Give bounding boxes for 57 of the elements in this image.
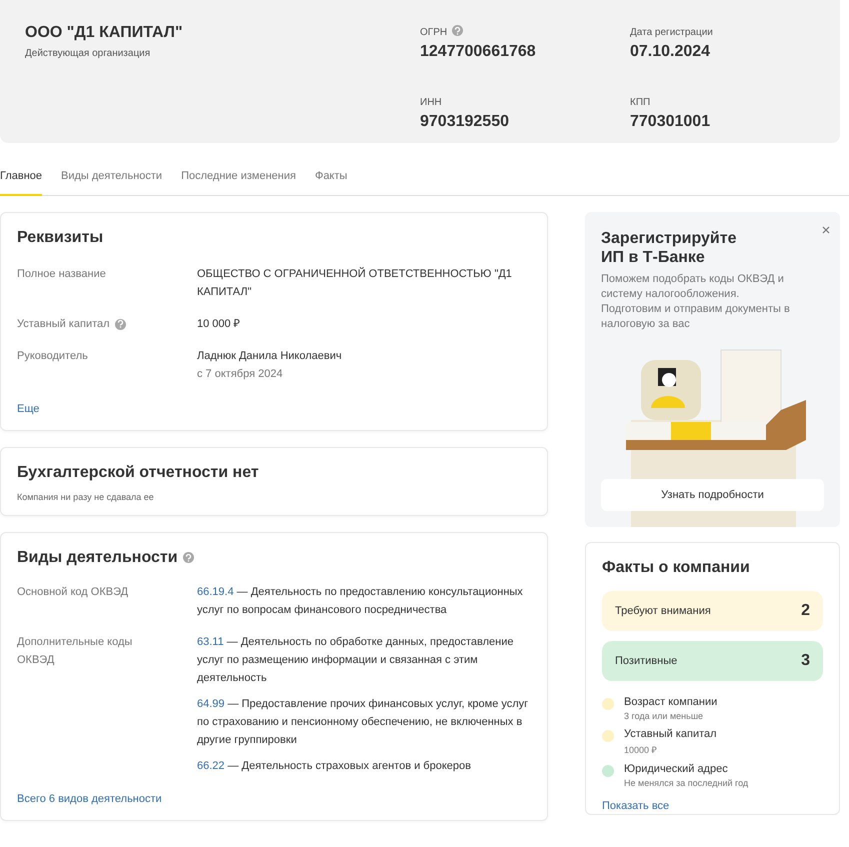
- card-title: Виды деятельности: [17, 549, 178, 566]
- tab[interactable]: Факты: [314, 170, 348, 196]
- field-value: 1247700661768: [420, 43, 537, 61]
- fact-title: Уставный капитал: [624, 728, 718, 740]
- row-value: 10 000 ₽: [197, 317, 241, 332]
- row-label: Дополнительные коды ОКВЭД: [17, 635, 134, 668]
- card-title: Бухгалтерской отчетности нет: [17, 464, 260, 482]
- activity-text: 66.19.4 — Деятельность по предоставлению консультационных услуг по вопросам финансового посредничества: [197, 585, 524, 618]
- row-value: ОБЩЕСТВО С ОГРАНИЧЕННОЙ ОТВЕТСТВЕННОСТЬЮ "Д1 КАПИТАЛ": [197, 266, 513, 300]
- company-name: ООО "Д1 КАПИТАЛ": [25, 24, 184, 42]
- activity-text: 63.11 — Деятельность по обработке данных, предоставление услуг по размещению информации и связанная с этим деятельность: [197, 635, 514, 686]
- summary-count: 3: [801, 652, 810, 670]
- activity-text: 64.99 — Предоставление прочих финансовых услуг, кроме услуг по страхованию и пенсионному обеспечению, не включенных в другие группировки: [197, 697, 530, 748]
- field-label: КПП: [630, 96, 650, 108]
- fact-note: Не менялся за последний год: [624, 778, 750, 788]
- activity-code-link[interactable]: 66.19.4: [197, 586, 234, 598]
- field-value: 9703192550: [420, 112, 510, 130]
- promo-title: Зарегистрируйте ИП в Т-Банке: [601, 229, 738, 267]
- field-value: 07.10.2024: [630, 43, 712, 61]
- summary-label: Требуют внимания: [615, 605, 711, 617]
- tab[interactable]: Главное: [0, 170, 42, 196]
- activity-code-link[interactable]: 66.22: [197, 760, 225, 772]
- help-icon[interactable]: [452, 25, 464, 36]
- fact-title: Возраст компании: [624, 696, 718, 708]
- show-all-link[interactable]: Показать все: [602, 800, 670, 812]
- activity-code-link[interactable]: 64.99: [197, 698, 225, 710]
- summary-label: Позитивные: [615, 655, 678, 667]
- summary-count: 2: [801, 602, 810, 620]
- all-activities-link[interactable]: Всего 6 видов деятельности: [17, 793, 162, 805]
- fact-title: Юридический адрес: [624, 763, 729, 775]
- field-label: Дата регистрации: [630, 27, 713, 38]
- more-link[interactable]: Еще: [17, 403, 40, 415]
- card-subtitle: Компания ни разу не сдавала ее: [17, 492, 155, 502]
- company-status: Действующая организация: [25, 48, 152, 59]
- row-label: Основной код ОКВЭД: [17, 585, 130, 600]
- activity-text: 66.22 — Деятельность страховых агентов и брокеров: [197, 759, 472, 774]
- fact-note: 3 года или меньше: [624, 711, 704, 721]
- facts-summary-row[interactable]: Позитивные 3: [602, 641, 823, 681]
- field-label: ОГРН: [420, 27, 448, 38]
- card-title: Реквизиты: [17, 229, 104, 247]
- field-value: 770301001: [630, 112, 712, 130]
- tab[interactable]: Последние изменения: [181, 170, 296, 196]
- tab[interactable]: Виды деятельности: [61, 170, 162, 196]
- field-label: ИНН: [420, 96, 442, 108]
- row-note: с 7 октября 2024: [197, 367, 284, 382]
- card-title: Факты о компании: [602, 559, 751, 577]
- row-label: Полное название: [17, 268, 106, 280]
- activity-code-link[interactable]: 63.11: [197, 636, 224, 648]
- help-icon[interactable]: [182, 552, 194, 564]
- facts-summary-row[interactable]: Требуют внимания 2: [602, 591, 823, 631]
- row-label: Руководитель: [17, 350, 88, 362]
- details-button[interactable]: Узнать подробности: [601, 479, 824, 511]
- row-label: Уставный капитал: [17, 318, 110, 330]
- fact-note: 10000 ₽: [624, 744, 658, 756]
- help-icon[interactable]: [114, 318, 126, 330]
- promo-text: Поможем подобрать коды ОКВЭД и систему налогообложения. Подготовим и отправим документы в налоговую за вас: [601, 272, 791, 332]
- row-value: Ладнюк Данила Николаевич: [197, 349, 343, 364]
